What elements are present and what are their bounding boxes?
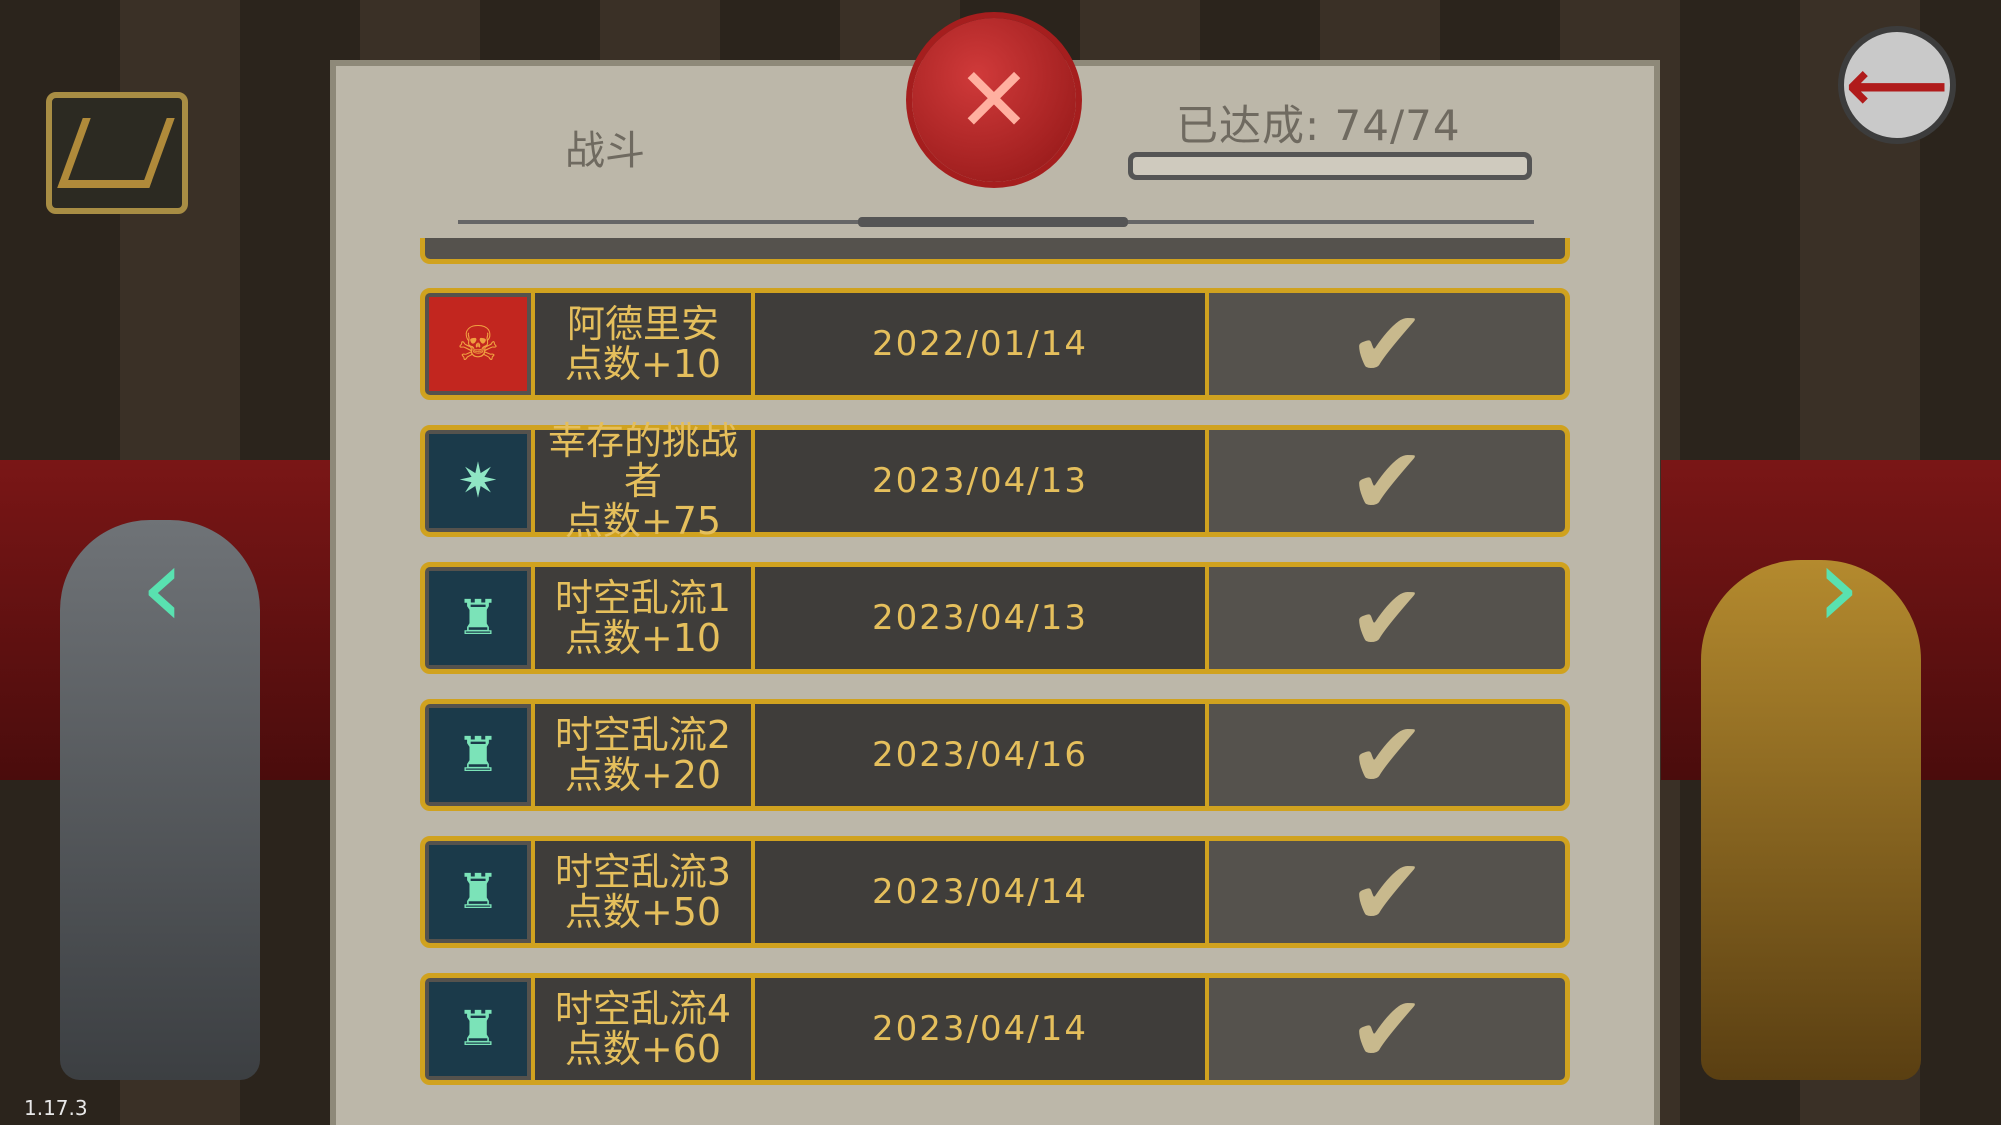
achievement-date: 2022/01/14	[755, 293, 1209, 395]
golden-bust	[1701, 560, 1921, 1080]
tower-1-icon: ♜	[429, 571, 527, 665]
achievement-points: 点数+20	[564, 753, 722, 797]
achievement-name-cell: 时空乱流3 点数+50	[531, 841, 755, 943]
achievement-row: ☠ 阿德里安 点数+10 2022/01/14 ✔	[420, 288, 1570, 400]
achievement-points: 点数+10	[564, 342, 722, 386]
achievement-points: 点数+60	[564, 1027, 722, 1071]
achievement-name: 时空乱流3	[554, 850, 732, 894]
checkmark-icon: ✔	[1348, 427, 1426, 535]
tower-2-icon: ♜	[429, 708, 527, 802]
achievement-name-cell: 时空乱流1 点数+10	[531, 567, 755, 669]
back-button[interactable]: ⟵	[1838, 26, 1956, 144]
tab-battle[interactable]: 战斗	[565, 118, 645, 176]
monster-icon: ☠	[429, 297, 527, 391]
checkmark-icon: ✔	[1348, 975, 1426, 1083]
checkmark-icon: ✔	[1348, 838, 1426, 946]
next-arrow-icon[interactable]: ›	[1816, 528, 1861, 648]
tab-divider	[458, 217, 1534, 227]
progress-fill	[1133, 157, 1527, 175]
achievement-date: 2023/04/13	[755, 567, 1209, 669]
checkmark-icon: ✔	[1348, 701, 1426, 809]
hall-icon	[57, 118, 175, 188]
achievement-date: 2023/04/14	[755, 841, 1209, 943]
prev-arrow-icon[interactable]: ‹	[140, 528, 185, 648]
achievement-name: 时空乱流4	[554, 987, 732, 1031]
achievement-name: 时空乱流2	[554, 713, 732, 757]
achievement-name: 阿德里安	[566, 302, 719, 346]
achievement-row: ♜ 时空乱流1 点数+10 2023/04/13 ✔	[420, 562, 1570, 674]
list-row-partial	[420, 238, 1570, 264]
burst-icon: ✷	[429, 434, 527, 528]
achievement-name-cell: 时空乱流4 点数+60	[531, 978, 755, 1080]
tower-4-icon: ♜	[429, 982, 527, 1076]
achievement-row: ♜ 时空乱流4 点数+60 2023/04/14 ✔	[420, 973, 1570, 1085]
achievement-points: 点数+75	[564, 499, 722, 543]
achievement-name: 幸存的挑战者	[547, 419, 738, 503]
achievement-row: ♜ 时空乱流3 点数+50 2023/04/14 ✔	[420, 836, 1570, 948]
menu-button[interactable]	[46, 92, 188, 214]
progress-bar	[1128, 152, 1532, 180]
achievement-row: ✷ 幸存的挑战者 点数+75 2023/04/13 ✔	[420, 421, 1570, 541]
achievement-date: 2023/04/14	[755, 978, 1209, 1080]
achievement-points: 点数+50	[564, 890, 722, 934]
achievement-name-cell: 阿德里安 点数+10	[531, 293, 755, 395]
achievement-name-cell: 幸存的挑战者 点数+75	[531, 421, 755, 541]
achieved-count: 已达成: 74/74	[1176, 101, 1461, 150]
tower-3-icon: ♜	[429, 845, 527, 939]
achievement-date: 2023/04/13	[755, 430, 1209, 532]
achievement-name: 时空乱流1	[554, 576, 732, 620]
back-arrow-icon: ⟵	[1845, 43, 1949, 127]
achievement-name-cell: 时空乱流2 点数+20	[531, 704, 755, 806]
checkmark-icon: ✔	[1348, 564, 1426, 672]
crossed-swords-seal-icon: ✕	[912, 18, 1076, 182]
achievement-date: 2023/04/16	[755, 704, 1209, 806]
version-label: 1.17.3	[24, 1096, 88, 1120]
achievement-points: 点数+10	[564, 616, 722, 660]
achievement-row: ♜ 时空乱流2 点数+20 2023/04/16 ✔	[420, 699, 1570, 811]
checkmark-icon: ✔	[1348, 290, 1426, 398]
